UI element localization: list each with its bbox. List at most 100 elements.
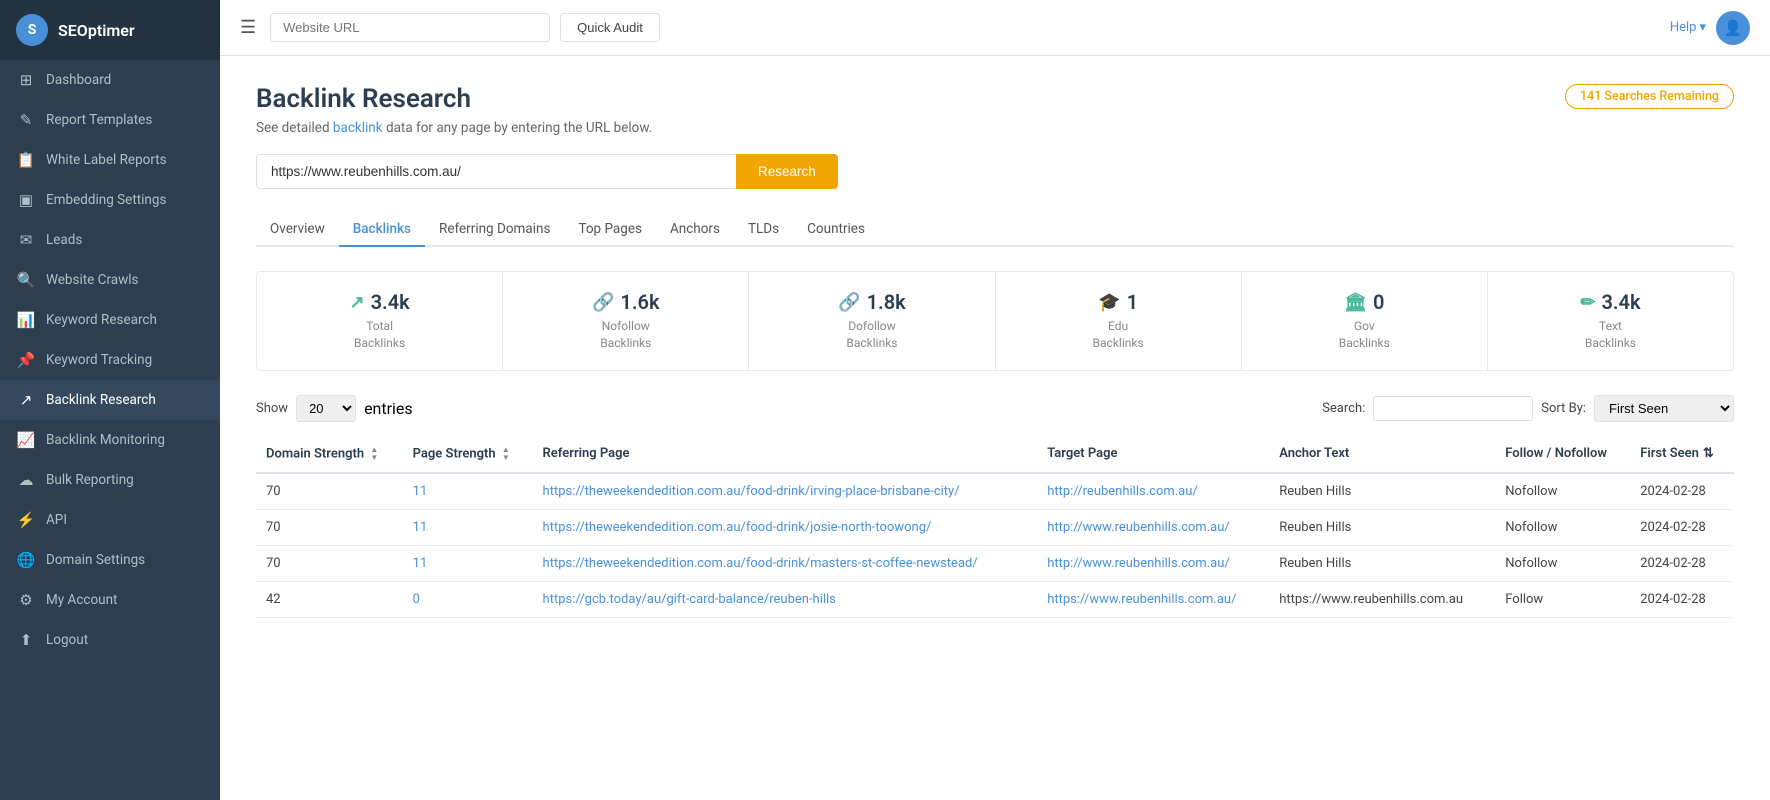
referring-page-cell: https://gcb.today/au/gift-card-balance/r… bbox=[533, 581, 1038, 617]
sort-select[interactable]: First SeenDomain StrengthPage Strength bbox=[1594, 395, 1734, 422]
backlink-monitoring-icon: 📈 bbox=[16, 431, 36, 449]
tab-anchors[interactable]: Anchors bbox=[656, 213, 734, 247]
first-seen-cell: 2024-02-28 bbox=[1630, 581, 1734, 617]
bulk-reporting-icon: ☁ bbox=[16, 471, 36, 489]
dofollow-backlinks-icon: 🔗 bbox=[838, 292, 860, 313]
gov-backlinks-icon: 🏛 bbox=[1344, 292, 1367, 313]
leads-icon: ✉ bbox=[16, 231, 36, 249]
tab-referring-domains[interactable]: Referring Domains bbox=[425, 213, 564, 247]
keyword-research-icon: 📊 bbox=[16, 311, 36, 329]
stat-edu-backlinks: 🎓1 EduBacklinks bbox=[996, 272, 1242, 370]
stat-nofollow-backlinks: 🔗1.6k NofollowBacklinks bbox=[503, 272, 749, 370]
referring-page-link[interactable]: https://theweekendedition.com.au/food-dr… bbox=[543, 556, 978, 571]
sidebar-item-api[interactable]: ⚡API bbox=[0, 500, 220, 540]
page-strength-link[interactable]: 11 bbox=[413, 484, 428, 499]
user-avatar[interactable]: 👤 bbox=[1716, 11, 1750, 45]
tab-top-pages[interactable]: Top Pages bbox=[564, 213, 656, 247]
follow-nofollow-cell: Nofollow bbox=[1495, 473, 1630, 510]
sidebar-label-my-account: My Account bbox=[46, 592, 117, 608]
sidebar-label-backlink-monitoring: Backlink Monitoring bbox=[46, 432, 165, 448]
target-page-link[interactable]: https://www.reubenhills.com.au/ bbox=[1047, 592, 1236, 607]
page-title: Backlink Research bbox=[256, 84, 471, 114]
referring-page-cell: https://theweekendedition.com.au/food-dr… bbox=[533, 545, 1038, 581]
referring-page-link[interactable]: https://gcb.today/au/gift-card-balance/r… bbox=[543, 592, 836, 607]
total-backlinks-icon: ↗ bbox=[349, 292, 364, 313]
embedding-settings-icon: ▣ bbox=[16, 191, 36, 209]
tab-backlinks[interactable]: Backlinks bbox=[339, 213, 425, 247]
follow-nofollow-cell: Nofollow bbox=[1495, 509, 1630, 545]
first-seen-cell: 2024-02-28 bbox=[1630, 473, 1734, 510]
research-button[interactable]: Research bbox=[736, 154, 838, 189]
sidebar-item-backlink-monitoring[interactable]: 📈 Backlink Monitoring bbox=[0, 420, 220, 460]
sidebar-item-website-crawls[interactable]: 🔍Website Crawls bbox=[0, 260, 220, 300]
main-area: ☰ Quick Audit Help ▾ 👤 Backlink Research… bbox=[220, 0, 1770, 800]
quick-audit-button[interactable]: Quick Audit bbox=[560, 13, 660, 42]
sidebar-label-backlink-research: Backlink Research bbox=[46, 392, 156, 408]
page-strength-link[interactable]: 11 bbox=[413, 520, 428, 535]
sidebar-item-dashboard[interactable]: ⊞ Dashboard bbox=[0, 60, 220, 100]
sidebar-label-bulk-reporting: Bulk Reporting bbox=[46, 472, 134, 488]
sidebar-item-report-templates[interactable]: ✎ Report Templates bbox=[0, 100, 220, 140]
anchor-text-cell: Reuben Hills bbox=[1269, 509, 1495, 545]
backlink-link[interactable]: backlink bbox=[333, 120, 383, 136]
target-page-cell: http://www.reubenhills.com.au/ bbox=[1037, 509, 1269, 545]
table-row: 7011https://theweekendedition.com.au/foo… bbox=[256, 473, 1734, 510]
help-link[interactable]: Help ▾ bbox=[1670, 20, 1706, 35]
sidebar-item-domain-settings[interactable]: 🌐Domain Settings bbox=[0, 540, 220, 580]
domain-strength-cell: 70 bbox=[256, 545, 403, 581]
tab-countries[interactable]: Countries bbox=[793, 213, 879, 247]
tab-tlds[interactable]: TLDs bbox=[734, 213, 793, 247]
sidebar-item-keyword-research[interactable]: 📊Keyword Research bbox=[0, 300, 220, 340]
hamburger-icon[interactable]: ☰ bbox=[240, 17, 256, 38]
follow-nofollow-cell: Nofollow bbox=[1495, 545, 1630, 581]
sidebar-item-white-label-reports[interactable]: 📋 White Label Reports bbox=[0, 140, 220, 180]
keyword-tracking-icon: 📌 bbox=[16, 351, 36, 369]
target-page-cell: http://reubenhills.com.au/ bbox=[1037, 473, 1269, 510]
research-url-input[interactable] bbox=[256, 154, 736, 189]
sidebar-item-backlink-research[interactable]: ↗ Backlink Research bbox=[0, 380, 220, 420]
referring-page-link[interactable]: https://theweekendedition.com.au/food-dr… bbox=[543, 520, 932, 535]
col-first-seen: First Seen ⇅ bbox=[1630, 436, 1734, 473]
content-area: Backlink Research 141 Searches Remaining… bbox=[220, 56, 1770, 800]
dashboard-icon: ⊞ bbox=[16, 71, 36, 89]
backlink-research-icon: ↗ bbox=[16, 391, 36, 409]
table-controls: Show 102050100 entries Search: Sort By: … bbox=[256, 395, 1734, 422]
sidebar-logo[interactable]: S SEOptimer bbox=[0, 0, 220, 60]
sidebar-item-bulk-reporting[interactable]: ☁ Bulk Reporting bbox=[0, 460, 220, 500]
sidebar-item-logout[interactable]: ⬆Logout bbox=[0, 620, 220, 660]
sidebar-item-keyword-tracking[interactable]: 📌Keyword Tracking bbox=[0, 340, 220, 380]
sort-label: Sort By: bbox=[1541, 401, 1586, 416]
report-templates-icon: ✎ bbox=[16, 111, 36, 129]
sidebar-label-api: API bbox=[46, 512, 67, 528]
show-entries-select[interactable]: 102050100 bbox=[296, 395, 356, 422]
stat-dofollow-backlinks: 🔗1.8k DofollowBacklinks bbox=[749, 272, 995, 370]
col-follow-nofollow: Follow / Nofollow bbox=[1495, 436, 1630, 473]
tab-overview[interactable]: Overview bbox=[256, 213, 339, 247]
target-page-link[interactable]: http://www.reubenhills.com.au/ bbox=[1047, 520, 1230, 535]
sidebar-item-leads[interactable]: ✉Leads bbox=[0, 220, 220, 260]
stat-text-backlinks: ✏3.4k TextBacklinks bbox=[1488, 272, 1733, 370]
searches-badge: 141 Searches Remaining bbox=[1565, 84, 1734, 109]
page-header: Backlink Research 141 Searches Remaining bbox=[256, 84, 1734, 114]
target-page-link[interactable]: http://www.reubenhills.com.au/ bbox=[1047, 556, 1230, 571]
domain-strength-cell: 42 bbox=[256, 581, 403, 617]
sidebar-label-white-label-reports: White Label Reports bbox=[46, 152, 167, 168]
topbar-url-input[interactable] bbox=[270, 13, 550, 42]
sidebar-label-dashboard: Dashboard bbox=[46, 72, 111, 88]
referring-page-link[interactable]: https://theweekendedition.com.au/food-dr… bbox=[543, 484, 960, 499]
logout-icon: ⬆ bbox=[16, 631, 36, 649]
white-label-reports-icon: 📋 bbox=[16, 151, 36, 169]
stats-row: ↗3.4k TotalBacklinks 🔗1.6k NofollowBackl… bbox=[256, 271, 1734, 371]
website-crawls-icon: 🔍 bbox=[16, 271, 36, 289]
sidebar-label-report-templates: Report Templates bbox=[46, 112, 152, 128]
page-subtitle: See detailed backlink data for any page … bbox=[256, 120, 1734, 136]
domain-settings-icon: 🌐 bbox=[16, 551, 36, 569]
referring-page-cell: https://theweekendedition.com.au/food-dr… bbox=[533, 473, 1038, 510]
edu-backlinks-icon: 🎓 bbox=[1098, 292, 1120, 313]
sidebar-item-embedding-settings[interactable]: ▣Embedding Settings bbox=[0, 180, 220, 220]
target-page-link[interactable]: http://reubenhills.com.au/ bbox=[1047, 484, 1198, 499]
table-search-input[interactable] bbox=[1373, 396, 1533, 421]
sidebar-item-my-account[interactable]: ⚙My Account bbox=[0, 580, 220, 620]
page-strength-link[interactable]: 0 bbox=[413, 592, 420, 607]
page-strength-link[interactable]: 11 bbox=[413, 556, 428, 571]
